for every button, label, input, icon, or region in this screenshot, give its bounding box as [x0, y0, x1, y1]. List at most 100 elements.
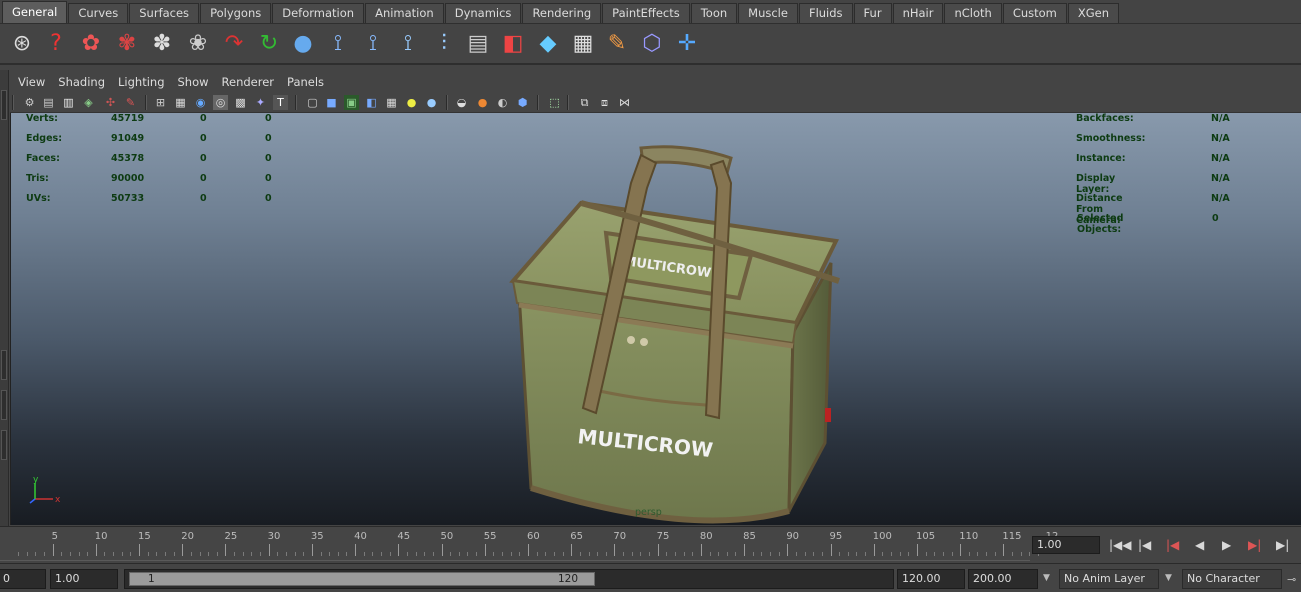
shelf-tab-ncloth[interactable]: nCloth [944, 3, 1002, 23]
shelf-tab-fluids[interactable]: Fluids [798, 3, 853, 23]
xray-joints-icon[interactable]: ⧉ [577, 95, 592, 110]
go-to-end-icon[interactable]: ▶| [1276, 539, 1289, 551]
playback-end-field[interactable]: 120.00 [897, 569, 965, 589]
menu-view[interactable]: View [18, 75, 45, 89]
range-slider-thumb[interactable]: 1 120 [129, 572, 595, 586]
time-ruler[interactable]: 5 10 15 20 25 30 35 40 45 50 55 60 65 70 75 80 85 90 95 100… [0, 527, 1058, 561]
range-slider-track[interactable]: 1 120 [124, 569, 894, 589]
ruler-tick [597, 552, 599, 556]
shadows-icon[interactable]: ● [424, 95, 439, 110]
xray-active-components-icon[interactable]: ⧈ [597, 95, 612, 110]
joint-chain-icon[interactable]: ⟟ [392, 28, 424, 60]
wireframe-on-shaded-icon[interactable]: ▣ [344, 95, 359, 110]
resolution-gate-icon[interactable]: ◉ [193, 95, 208, 110]
perspective-viewport[interactable]: Verts: 45719 0 0 Edges: 91049 0 0 Faces: 45378 0… [10, 113, 1301, 525]
grid-icon[interactable]: ⊞ [153, 95, 168, 110]
camera-pan-icon[interactable]: ✣ [103, 95, 118, 110]
uv-checker-icon[interactable]: ▦ [567, 28, 599, 60]
hypergraph-icon[interactable]: ⋈ [617, 95, 632, 110]
ruler-tick [553, 552, 555, 556]
safe-action-icon[interactable]: ✦ [253, 95, 268, 110]
step-back-frame-icon[interactable]: |◀ [1138, 539, 1151, 551]
shelf-tab-animation[interactable]: Animation [365, 3, 444, 23]
animation-start-field[interactable]: 0 [0, 569, 46, 589]
strip-handle[interactable] [1, 90, 7, 120]
sphere-trash-icon[interactable]: ● [287, 28, 319, 60]
depth-of-field-icon[interactable]: ⬢ [515, 95, 530, 110]
shelf-tab-nhair[interactable]: nHair [892, 3, 944, 23]
strip-handle[interactable] [1, 430, 7, 460]
shelf-tab-general[interactable]: General [2, 1, 68, 23]
shelf-tab-rendering[interactable]: Rendering [522, 3, 602, 23]
menu-shading[interactable]: Shading [58, 75, 105, 89]
help-question-icon[interactable]: ? [40, 28, 72, 60]
strip-handle[interactable] [1, 390, 7, 420]
red-node-icon[interactable]: ◧ [497, 28, 529, 60]
play-backwards-icon[interactable]: ◀ [1195, 539, 1204, 551]
menu-show[interactable]: Show [178, 75, 209, 89]
camera-attributes-icon[interactable]: ▤ [41, 95, 56, 110]
screen-space-ao-icon[interactable]: ◒ [454, 95, 469, 110]
render-settings-icon[interactable]: ✽ [146, 28, 178, 60]
green-arrow-icon[interactable]: ↻ [253, 28, 285, 60]
shelf-tab-toon[interactable]: Toon [690, 3, 738, 23]
joint-pair-icon[interactable]: ⫶ [428, 28, 460, 60]
step-back-key-icon[interactable]: |◀ [1166, 539, 1179, 551]
shelf-tab-painteffects[interactable]: PaintEffects [602, 3, 690, 23]
menu-lighting[interactable]: Lighting [118, 75, 164, 89]
ipr-render-icon[interactable]: ✾ [111, 28, 143, 60]
lasso-arrow-icon[interactable]: ↷ [218, 28, 250, 60]
wireframe-icon[interactable]: ▢ [305, 95, 320, 110]
chevron-down-icon[interactable]: ▼ [1043, 573, 1050, 583]
key-icon[interactable]: ⊸ [1287, 573, 1296, 586]
shelf-tab-dynamics[interactable]: Dynamics [444, 3, 522, 23]
xyz-axes-icon[interactable]: ✛ [671, 28, 703, 60]
textured-icon[interactable]: ▦ [384, 95, 399, 110]
manipulator-cube-icon[interactable]: ⬡ [636, 28, 668, 60]
menu-panels[interactable]: Panels [287, 75, 324, 89]
ruler-tick [398, 544, 400, 556]
smooth-shade-icon[interactable]: ■ [324, 95, 339, 110]
x-ray-icon[interactable]: ◧ [364, 95, 379, 110]
bookmarks-icon[interactable]: ▥ [61, 95, 76, 110]
playback-start-field[interactable]: 1.00 [50, 569, 118, 589]
shelf-tab-polygons[interactable]: Polygons [200, 3, 272, 23]
anim-layer-select[interactable]: No Anim Layer [1059, 569, 1159, 589]
select-camera-icon[interactable]: ⚙ [22, 95, 37, 110]
character-set-select[interactable]: No Character Set [1182, 569, 1282, 592]
shelf-tab-xgen[interactable]: XGen [1067, 3, 1120, 23]
shelf-tab-surfaces[interactable]: Surfaces [129, 3, 200, 23]
film-reel-magnifier-icon[interactable]: ⊛ [6, 28, 38, 60]
film-gate-icon[interactable]: ▦ [173, 95, 188, 110]
isolate-select-icon[interactable]: ⬚ [547, 95, 562, 110]
attribute-editor-icon[interactable]: ▤ [462, 28, 494, 60]
strip-handle[interactable] [1, 350, 7, 380]
two-d-pan-icon[interactable]: ✎ [123, 95, 138, 110]
anti-aliasing-icon[interactable]: ◐ [495, 95, 510, 110]
play-forwards-icon[interactable]: ▶ [1222, 539, 1231, 551]
cube-to-sphere-icon[interactable]: ◆ [532, 28, 564, 60]
current-frame-field[interactable]: 1.00 [1032, 536, 1100, 554]
animation-end-field[interactable]: 200.00 [968, 569, 1038, 589]
use-all-lights-icon[interactable]: ● [404, 95, 419, 110]
field-chart-icon[interactable]: ▩ [233, 95, 248, 110]
hierarchy-icon[interactable]: ⟟ [357, 28, 389, 60]
bounding-hierarchy-icon[interactable]: ⟟ [322, 28, 354, 60]
shelf-tab-curves[interactable]: Curves [68, 3, 129, 23]
render-camera-icon[interactable]: ✿ [75, 28, 107, 60]
image-plane-icon[interactable]: ◈ [81, 95, 96, 110]
shelf-tab-muscle[interactable]: Muscle [738, 3, 798, 23]
menu-renderer[interactable]: Renderer [222, 75, 275, 89]
shelf-tab-fur[interactable]: Fur [853, 3, 892, 23]
safe-title-icon[interactable]: T [273, 95, 288, 110]
gate-mask-icon[interactable]: ◎ [213, 95, 228, 110]
chevron-down-icon[interactable]: ▼ [1165, 573, 1172, 583]
shelf-tab-custom[interactable]: Custom [1002, 3, 1067, 23]
motion-blur-icon[interactable]: ● [475, 95, 490, 110]
paint-brush-icon[interactable]: ✎ [601, 28, 633, 60]
hypershade-icon[interactable]: ❀ [182, 28, 214, 60]
shelf-tab-deformation[interactable]: Deformation [272, 3, 365, 23]
go-to-start-icon[interactable]: |◀◀ [1109, 539, 1132, 551]
step-forward-key-icon[interactable]: ▶| [1248, 539, 1261, 551]
cooler-bag-model[interactable]: MULTICROW MULTICROW [491, 143, 851, 525]
